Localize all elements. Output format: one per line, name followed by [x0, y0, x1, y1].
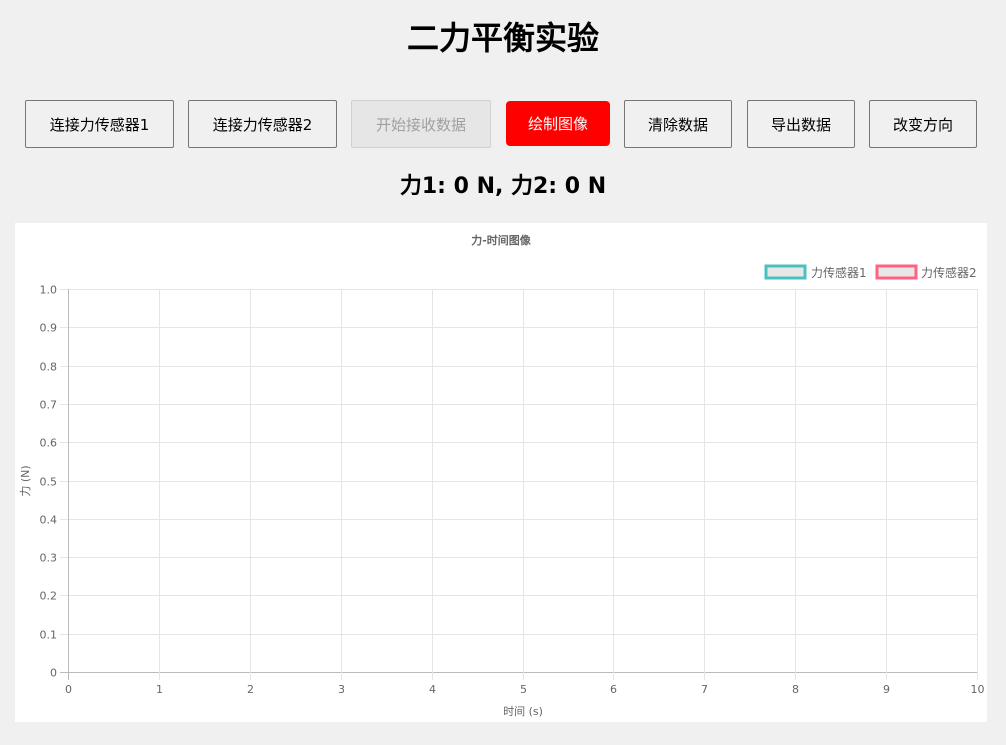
y-tick-label: 0.4: [40, 514, 58, 527]
legend-item-sensor1[interactable]: 力传感器1: [764, 264, 867, 280]
change-direction-button[interactable]: 改变方向: [869, 100, 977, 148]
y-tick-label: 0: [50, 667, 57, 680]
page-title: 二力平衡实验: [406, 19, 599, 57]
legend-item-sensor2[interactable]: 力传感器2: [875, 264, 977, 280]
chart-title: 力-时间图像: [471, 233, 532, 247]
x-tick-label: 0: [65, 683, 72, 696]
y-tick-label: 0.5: [40, 476, 58, 489]
draw-chart-button[interactable]: 绘制图像: [506, 101, 610, 146]
y-tick-label: 0.3: [40, 552, 58, 565]
x-tick-label: 1: [156, 683, 163, 696]
legend-label-sensor1: 力传感器1: [811, 265, 867, 280]
legend-label-sensor2: 力传感器2: [921, 265, 977, 280]
export-data-button[interactable]: 导出数据: [747, 100, 855, 148]
force-readout: 力1: 0 N, 力2: 0 N: [399, 174, 607, 199]
y-tick-label: 0.7: [40, 399, 58, 412]
y-tick-label: 0.8: [40, 361, 58, 374]
chart-grid: [60, 289, 978, 680]
connect-sensor2-button[interactable]: 连接力传感器2: [188, 100, 337, 148]
x-tick-label: 6: [610, 683, 617, 696]
x-tick-label: 4: [429, 683, 436, 696]
x-tick-label: 5: [520, 683, 527, 696]
x-tick-label: 3: [338, 683, 345, 696]
app-window: 二力平衡实验 连接力传感器1 连接力传感器2 开始接收数据 绘制图像 清除数据 …: [0, 0, 1006, 745]
y-tick-label: 0.6: [40, 437, 58, 450]
y-tick-label: 0.1: [40, 629, 58, 642]
clear-data-button[interactable]: 清除数据: [624, 100, 732, 148]
x-tick-label: 8: [792, 683, 799, 696]
x-tick-label: 9: [883, 683, 890, 696]
force-time-chart: 力-时间图像 力传感器1 力传感器2 0 0.1 0.2 0.3 0.4 0.5 0.6 0.…: [19, 233, 985, 718]
chart-card: 力-时间图像 力传感器1 力传感器2 0 0.1 0.2 0.3 0.4 0.5 0.6 0.…: [15, 223, 987, 722]
toolbar: 连接力传感器1 连接力传感器2 开始接收数据 绘制图像 清除数据 导出数据 改变…: [0, 100, 1006, 148]
y-tick-label: 1.0: [40, 284, 58, 297]
connect-sensor1-button[interactable]: 连接力传感器1: [25, 100, 174, 148]
y-tick-label: 0.9: [40, 322, 58, 335]
x-axis-label: 时间 (s): [503, 705, 543, 718]
legend-swatch-sensor2: [875, 264, 918, 280]
y-axis-label: 力 (N): [19, 465, 32, 496]
y-axis-ticks: 0 0.1 0.2 0.3 0.4 0.5 0.6 0.7 0.8 0.9 1.0: [40, 284, 58, 680]
legend-swatch-sensor1: [764, 264, 807, 280]
x-tick-label: 10: [971, 683, 985, 696]
chart-legend: 力传感器1 力传感器2: [764, 264, 977, 280]
x-axis-ticks: 0 1 2 3 4 5 6 7 8 9 10: [65, 683, 985, 696]
x-tick-label: 2: [247, 683, 254, 696]
x-tick-label: 7: [701, 683, 708, 696]
y-tick-label: 0.2: [40, 590, 58, 603]
start-receive-button[interactable]: 开始接收数据: [351, 100, 491, 148]
